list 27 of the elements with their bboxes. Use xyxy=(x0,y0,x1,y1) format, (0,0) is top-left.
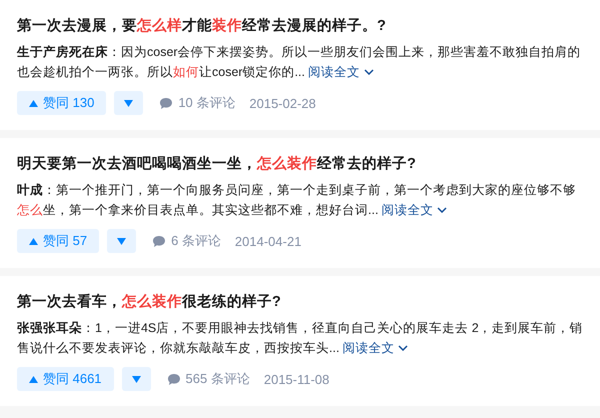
answer-date: 2014-04-21 xyxy=(234,234,302,248)
question-title[interactable]: 第一次去看车，怎么装作很老练的样子? xyxy=(17,290,583,314)
triangle-up-icon xyxy=(29,238,38,244)
question-title[interactable]: 明天要第一次去酒吧喝喝酒坐一坐，怎么装作经常去的样子? xyxy=(17,152,583,176)
downvote-button[interactable] xyxy=(107,229,136,253)
speech-bubble-icon xyxy=(166,372,181,386)
read-more-link[interactable]: 阅读全文 xyxy=(381,200,448,220)
triangle-down-icon xyxy=(132,376,141,382)
answer-excerpt: 生于产房死在床：因为coser会停下来摆姿势。所以一些朋友们会围上来，那些害羞不敢独自拍肩的也会趁机拍个一两张。所以如何让coser锁定你的... 阅读全文 xyxy=(17,42,583,82)
answer-excerpt: 张强张耳朵：1，一进4S店，不要用眼神去找销售，径直向自己关心的展车走去 2，走到展车前，销售说什么不要发表评论，你就东敲敲车皮，西按按车头... 阅读全文 xyxy=(17,318,583,358)
downvote-button[interactable] xyxy=(114,91,144,115)
chevron-down-icon xyxy=(398,345,408,351)
read-more-link[interactable]: 阅读全文 xyxy=(342,338,408,358)
triangle-up-icon xyxy=(29,376,38,382)
chevron-down-icon xyxy=(364,69,374,75)
answer-excerpt: 叶成：第一个推开门，第一个向服务员问座，第一个走到桌子前，第一个考虑到大家的座位够不够 怎么坐，第一个拿来价目表点单。其实这些都不难，想好台词... 阅读全文 xyxy=(17,180,583,220)
answer-date: 2015-02-28 xyxy=(249,96,316,110)
triangle-down-icon xyxy=(124,100,134,106)
read-more-link[interactable]: 阅读全文 xyxy=(308,62,374,82)
downvote-button[interactable] xyxy=(122,367,151,391)
chevron-down-icon xyxy=(437,207,448,213)
triangle-down-icon xyxy=(117,238,126,244)
speech-bubble-icon xyxy=(152,234,166,248)
speech-bubble-icon xyxy=(159,96,174,110)
triangle-up-icon xyxy=(29,100,38,106)
question-title[interactable]: 第一次去漫展，要怎么样才能装作经常去漫展的样子。? xyxy=(17,14,583,38)
answer-date: 2015-11-08 xyxy=(264,372,330,386)
